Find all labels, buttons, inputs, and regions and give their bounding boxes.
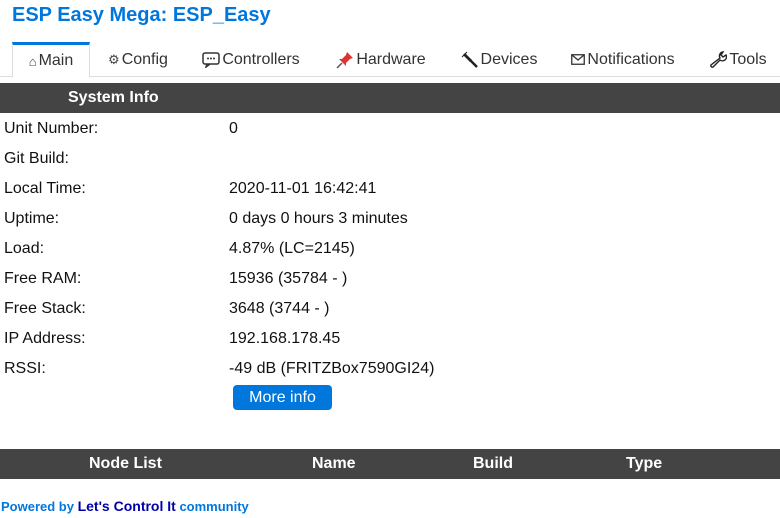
info-label: Local Time: <box>4 180 86 197</box>
info-label: Git Build: <box>4 150 69 167</box>
home-icon: ⌂ <box>28 53 37 69</box>
tab-tools[interactable]: Tools <box>704 42 772 77</box>
info-label: RSSI: <box>4 360 46 377</box>
wrench-icon <box>709 50 728 69</box>
chat-icon <box>202 51 221 68</box>
page-title: ESP Easy Mega: ESP_Easy <box>12 4 271 26</box>
footer: Powered by Let's Control It community <box>1 498 249 514</box>
tab-config-label: Config <box>121 50 168 68</box>
info-label: Load: <box>4 240 45 257</box>
info-value: 15936 (35784 - ) <box>229 270 348 287</box>
tab-config[interactable]: ⚙ Config <box>100 42 176 77</box>
tab-notifications-label: Notifications <box>587 50 675 68</box>
more-info-button[interactable]: More info <box>233 385 332 410</box>
info-label: IP Address: <box>4 330 86 347</box>
info-row-rssi: RSSI: -49 dB (FRITZBox7590GI24) <box>0 353 780 383</box>
info-row-unit-number: Unit Number: 0 <box>0 113 780 143</box>
main-tab-bar: ⌂ Main ⚙ Config Controllers Hardware Dev… <box>0 40 780 78</box>
info-row-local-time: Local Time: 2020-11-01 16:42:41 <box>0 173 780 203</box>
tab-controllers-label: Controllers <box>222 50 300 68</box>
plug-icon <box>461 51 479 69</box>
tab-main-label: Main <box>38 52 74 69</box>
tab-devices-label: Devices <box>480 50 538 68</box>
system-info-header: System Info <box>0 83 780 113</box>
info-row-free-stack: Free Stack: 3648 (3744 - ) <box>0 293 780 323</box>
info-label: Free Stack: <box>4 300 86 317</box>
footer-link[interactable]: Let's Control It <box>78 498 176 514</box>
info-row-uptime: Uptime: 0 days 0 hours 3 minutes <box>0 203 780 233</box>
footer-suffix: community <box>179 499 249 514</box>
tab-devices[interactable]: Devices <box>456 42 542 77</box>
info-value: 2020-11-01 16:42:41 <box>229 180 377 197</box>
info-row-ip-address: IP Address: 192.168.178.45 <box>0 323 780 353</box>
info-label: Free RAM: <box>4 270 82 287</box>
tab-controllers[interactable]: Controllers <box>196 42 306 77</box>
envelope-icon <box>571 54 586 65</box>
info-value: -49 dB (FRITZBox7590GI24) <box>229 360 435 377</box>
gear-icon: ⚙ <box>108 51 120 67</box>
pushpin-icon <box>336 51 354 69</box>
info-label: Unit Number: <box>4 120 99 137</box>
info-row-load: Load: 4.87% (LC=2145) <box>0 233 780 263</box>
build-column-header: Build <box>473 455 513 472</box>
info-row-free-ram: Free RAM: 15936 (35784 - ) <box>0 263 780 293</box>
name-column-header: Name <box>312 455 356 472</box>
info-value: 0 <box>229 120 238 137</box>
info-row-git-build: Git Build: <box>0 143 780 173</box>
tab-hardware[interactable]: Hardware <box>330 42 432 77</box>
info-value: 0 days 0 hours 3 minutes <box>229 210 408 227</box>
tab-notifications[interactable]: Notifications <box>566 42 680 77</box>
system-info-title: System Info <box>68 89 159 106</box>
info-value: 3648 (3744 - ) <box>229 300 330 317</box>
type-column-header: Type <box>626 455 663 472</box>
info-label: Uptime: <box>4 210 60 227</box>
node-list-header: Node List Name Build Type <box>0 449 780 479</box>
info-value: 192.168.178.45 <box>229 330 341 347</box>
info-value: 4.87% (LC=2145) <box>229 240 355 257</box>
node-list-column-header: Node List <box>89 455 162 472</box>
tab-tools-label: Tools <box>729 50 767 68</box>
footer-prefix: Powered by <box>1 499 74 514</box>
tab-hardware-label: Hardware <box>356 50 426 68</box>
tab-main[interactable]: ⌂ Main <box>12 42 90 78</box>
